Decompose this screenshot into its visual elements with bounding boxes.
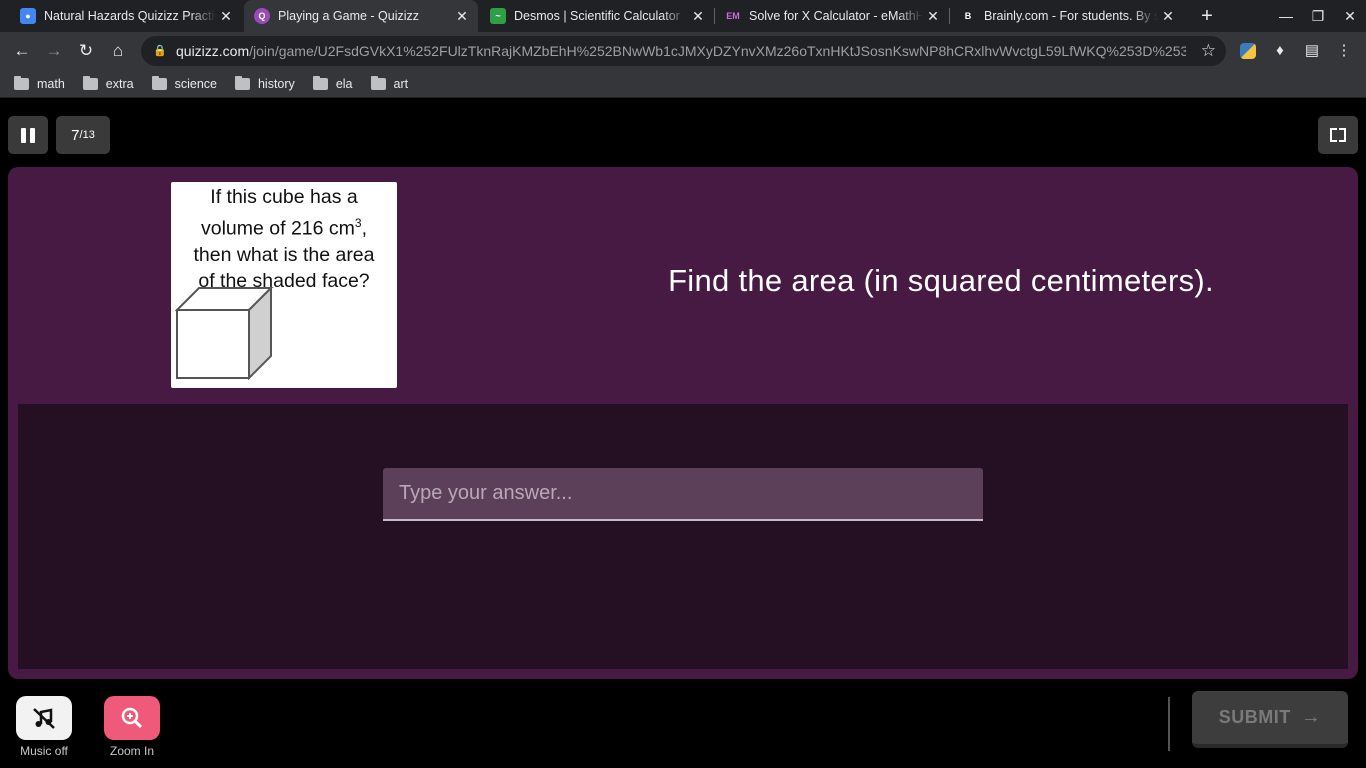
browser-tab-strip: ● Natural Hazards Quizizz Practice ✕ Q P… [0,0,1366,32]
bookmark-label: ela [335,76,353,91]
extension-python-icon[interactable] [1233,36,1263,66]
music-label: Music off [20,744,68,758]
bookmarks-bar: math extra science history ela art [0,70,1366,98]
tab-desmos[interactable]: ~ Desmos | Scientific Calculator ✕ [480,0,714,32]
new-tab-icon[interactable]: + [1195,4,1219,28]
cube-front-face [176,309,250,379]
brainly-favicon-icon: B [964,11,972,21]
answer-input[interactable] [383,468,983,521]
tab-brainly[interactable]: B Brainly.com - For students. By student… [950,0,1184,32]
bookmark-folder-ela[interactable]: ela [312,75,353,91]
music-off-icon [33,708,55,729]
bookmark-label: history [257,76,295,91]
bookmark-label: science [174,76,217,91]
question-counter: 7/13 [56,116,110,154]
bookmark-folder-extra[interactable]: extra [82,75,134,91]
folder-icon [312,75,328,90]
reload-icon[interactable]: ↻ [71,36,101,66]
close-tab-icon[interactable]: ✕ [688,8,708,25]
answer-area [18,404,1348,669]
bookmark-label: extra [105,76,134,91]
folder-icon [234,75,250,90]
total-questions: /13 [79,129,95,141]
close-tab-icon[interactable]: ✕ [1158,8,1178,25]
submit-button[interactable]: SUBMIT → [1192,691,1348,748]
tab-title: Solve for X Calculator - eMathHelp [749,9,923,23]
zoom-label: Zoom In [109,744,154,758]
url-text[interactable]: quizizz.com/join/game/U2FsdGVkX1%252FUlz… [176,43,1186,59]
lock-icon[interactable]: 🔒 [153,44,167,58]
back-arrow-icon[interactable]: ← [7,36,37,66]
tab-emathhelp[interactable]: EM Solve for X Calculator - eMathHelp ✕ [715,0,949,32]
image-text-line: If this cube has a [210,186,358,208]
quizizz-favicon-icon: Q [254,8,270,24]
extensions-puzzle-icon[interactable]: ♦ [1265,36,1295,66]
browser-menu-icon[interactable]: ⋮ [1329,36,1359,66]
bookmark-label: math [37,76,65,91]
cube-diagram [175,286,274,380]
bookmark-folder-science[interactable]: science [151,75,217,91]
tab-quizizz-game[interactable]: Q Playing a Game - Quizizz ✕ [244,0,478,32]
image-text-comma: , [361,217,367,240]
folder-icon [151,75,167,90]
tab-title: Brainly.com - For students. By students. [984,9,1158,23]
window-close-icon[interactable]: ✕ [1334,0,1366,32]
folder-icon [82,75,98,90]
fullscreen-icon-corner [1339,135,1346,142]
bookmark-folder-art[interactable]: art [370,75,409,91]
bottom-divider [1168,697,1170,751]
quizizz-game-page: 7/13 If this cube has a volume of 216 cm… [0,99,1366,768]
question-image-text: If this cube has a volume of 216 cm3, th… [171,184,397,294]
url-host: quizizz.com [176,43,250,59]
music-toggle-button[interactable] [16,696,72,740]
home-icon[interactable]: ⌂ [103,36,133,66]
close-tab-icon[interactable]: ✕ [923,8,943,25]
google-classroom-favicon-icon: ● [20,8,36,24]
fullscreen-icon-corner [1330,135,1337,142]
fullscreen-button[interactable] [1318,116,1358,154]
submit-label: SUBMIT [1218,707,1291,727]
tab-title: Playing a Game - Quizizz [278,9,420,23]
bookmark-folder-math[interactable]: math [14,75,65,91]
fullscreen-icon [1330,128,1337,135]
folder-icon [370,75,386,90]
question-image[interactable]: If this cube has a volume of 216 cm3, th… [171,182,397,388]
tab-natural-hazards[interactable]: ● Natural Hazards Quizizz Practice ✕ [10,0,242,32]
url-path: /join/game/U2FsdGVkX1%252FUlzTknRajKMZbE… [249,43,1186,59]
pause-icon [21,127,26,143]
browser-toolbar: ← → ↻ ⌂ 🔒 quizizz.com/join/game/U2FsdGVk… [0,32,1366,70]
image-text-volume: volume of 216 cm [200,217,355,240]
forward-arrow-icon[interactable]: → [39,36,69,66]
cast-icon[interactable]: ▤ [1297,36,1327,66]
close-tab-icon[interactable]: ✕ [452,8,472,25]
restore-icon[interactable]: ❐ [1302,0,1334,32]
minimize-icon[interactable]: — [1270,0,1302,32]
tab-title: Natural Hazards Quizizz Practice [44,9,216,23]
question-text: Find the area (in squared centimeters). [668,263,1214,298]
image-text-exponent: 3 [354,216,362,230]
folder-icon [14,75,29,90]
tab-title: Desmos | Scientific Calculator [514,9,680,23]
close-tab-icon[interactable]: ✕ [216,8,236,25]
question-card: If this cube has a volume of 216 cm3, th… [8,167,1358,679]
bookmark-star-icon[interactable]: ☆ [1201,41,1216,61]
pause-icon-bar [30,127,35,143]
pause-button[interactable] [8,116,48,154]
zoom-in-button[interactable] [104,696,160,740]
arrow-right-icon: → [1300,706,1322,728]
address-bar[interactable]: 🔒 quizizz.com/join/game/U2FsdGVkX1%252FU… [141,36,1226,66]
zoom-in-icon [121,707,143,729]
bookmark-label: art [393,76,409,91]
fullscreen-icon-corner [1339,128,1346,135]
image-text-line: volume of 216 cm3, [171,210,397,242]
image-text-line: then what is the area [193,243,375,266]
emathhelp-favicon-icon: EM [726,11,740,21]
desmos-favicon-icon: ~ [490,8,506,24]
current-question-number: 7 [71,126,80,144]
bookmark-folder-history[interactable]: history [234,75,295,91]
